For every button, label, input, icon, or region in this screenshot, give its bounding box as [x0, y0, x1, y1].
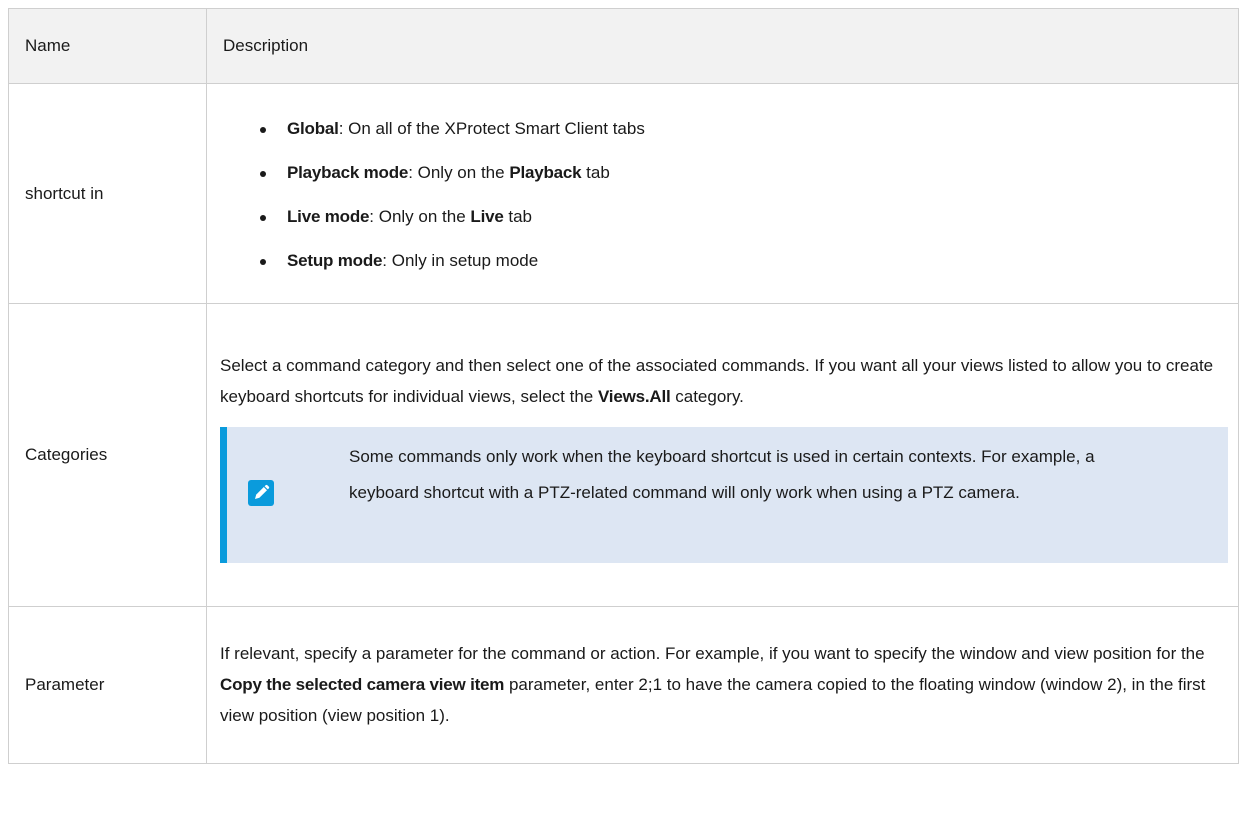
option-label: Live mode — [287, 206, 370, 226]
categories-paragraph: Select a command category and then selec… — [220, 355, 1214, 406]
option-label: Global — [287, 118, 339, 138]
list-item: Playback mode: Only on the Playback tab — [260, 151, 1238, 195]
option-text: : Only on the — [369, 206, 471, 226]
note-callout: Some commands only work when the keyboar… — [220, 426, 1228, 563]
parameter-paragraph: If relevant, specify a parameter for the… — [220, 643, 1206, 725]
bullet-icon — [260, 170, 266, 177]
views-all-term: Views.All — [597, 386, 671, 406]
bullet-icon — [260, 214, 266, 221]
list-item: Live mode: Only on the Live tab — [260, 195, 1238, 239]
table-row: Parameter If relevant, specify a paramet… — [8, 606, 1239, 764]
row-description-parameter: If relevant, specify a parameter for the… — [206, 606, 1239, 764]
bullet-icon — [260, 258, 266, 265]
option-text: : Only on the — [408, 162, 510, 182]
row-name-shortcut-in: shortcut in — [8, 83, 207, 304]
pencil-note-icon — [248, 479, 274, 506]
option-text: tab — [503, 206, 532, 226]
row-description-categories: Select a command category and then selec… — [206, 303, 1239, 607]
column-header-name: Name — [8, 8, 207, 84]
table-header-row: Name Description — [8, 8, 1239, 84]
row-name-parameter: Parameter — [8, 606, 207, 764]
option-text: tab — [581, 162, 610, 182]
column-header-description: Description — [206, 8, 1239, 84]
note-text: Some commands only work when the keyboar… — [349, 446, 1095, 502]
option-label: Setup mode — [287, 250, 383, 270]
copy-camera-term: Copy the selected camera view item — [220, 674, 505, 694]
option-label: Playback mode — [287, 162, 409, 182]
row-name-categories: Categories — [8, 303, 207, 607]
row-description-shortcut-in: Global: On all of the XProtect Smart Cli… — [206, 83, 1239, 304]
option-bold: Playback — [509, 162, 582, 182]
option-bold: Live — [470, 206, 504, 226]
list-item: Setup mode: Only in setup mode — [260, 239, 1238, 283]
shortcut-settings-table: Name Description shortcut in Global: On … — [8, 8, 1239, 764]
option-text: : On all of the XProtect Smart Client ta… — [338, 118, 645, 138]
bullet-icon — [260, 126, 266, 133]
list-item: Global: On all of the XProtect Smart Cli… — [260, 107, 1238, 151]
scope-options-list: Global: On all of the XProtect Smart Cli… — [207, 92, 1238, 296]
option-text: : Only in setup mode — [382, 250, 539, 270]
table-row: Categories Select a command category and… — [8, 303, 1239, 607]
table-row: shortcut in Global: On all of the XProte… — [8, 83, 1239, 304]
